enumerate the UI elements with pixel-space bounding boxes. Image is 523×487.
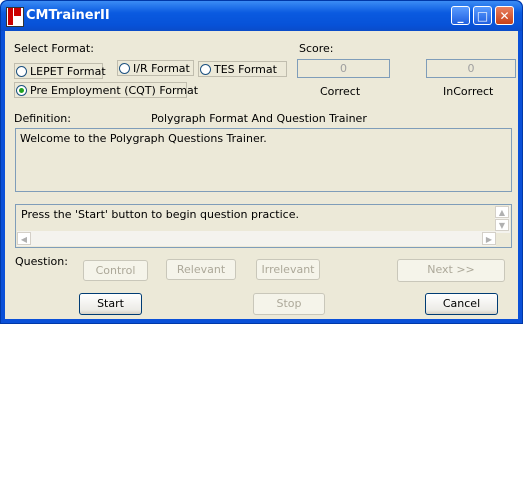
minimize-icon: _ xyxy=(457,9,464,23)
radio-pre-employment-format[interactable]: Pre Employment (CQT) Format xyxy=(14,82,198,98)
title-bar[interactable]: CMTrainerII _ □ ✕ xyxy=(1,1,522,31)
stop-button[interactable]: Stop xyxy=(253,293,325,315)
horizontal-scrollbar[interactable]: ◀ ▶ xyxy=(17,231,496,246)
close-button[interactable]: ✕ xyxy=(495,6,514,25)
definition-textbox[interactable]: Welcome to the Polygraph Questions Train… xyxy=(15,128,512,192)
definition-text: Welcome to the Polygraph Questions Train… xyxy=(20,132,267,145)
radio-tes-format[interactable]: TES Format xyxy=(198,61,287,77)
maximize-button[interactable]: □ xyxy=(473,6,492,25)
app-window: CMTrainerII _ □ ✕ Select Format: LEPET F… xyxy=(0,0,523,324)
radio-ir-format[interactable]: I/R Format xyxy=(117,60,194,76)
correct-score-field: 0 xyxy=(297,59,390,78)
minimize-button[interactable]: _ xyxy=(451,6,470,25)
radio-lepet-format[interactable]: LEPET Format xyxy=(14,63,106,79)
maximize-icon: □ xyxy=(476,9,489,23)
radio-label: TES Format xyxy=(214,63,277,76)
cancel-button[interactable]: Cancel xyxy=(425,293,498,315)
scroll-right-arrow[interactable]: ▶ xyxy=(482,232,496,245)
next-button[interactable]: Next >> xyxy=(397,259,505,282)
message-text: Press the 'Start' button to begin questi… xyxy=(21,208,299,221)
vertical-scrollbar[interactable]: ▲ ▼ xyxy=(495,206,510,233)
radio-circle xyxy=(200,64,211,75)
radio-label: I/R Format xyxy=(133,62,190,75)
scroll-left-arrow[interactable]: ◀ xyxy=(17,232,31,245)
message-textbox[interactable]: Press the 'Start' button to begin questi… xyxy=(15,204,512,248)
irrelevant-button[interactable]: Irrelevant xyxy=(256,259,320,280)
incorrect-label: InCorrect xyxy=(443,85,494,98)
radio-circle xyxy=(119,63,130,74)
control-button[interactable]: Control xyxy=(83,260,148,281)
score-label: Score: xyxy=(299,42,334,55)
correct-label: Correct xyxy=(320,85,361,98)
question-label: Question: xyxy=(15,255,68,268)
radio-circle-selected xyxy=(16,85,27,96)
close-icon: ✕ xyxy=(499,9,510,23)
start-button[interactable]: Start xyxy=(79,293,142,315)
radio-label: Pre Employment (CQT) Format xyxy=(30,84,199,97)
app-logo-icon xyxy=(6,7,24,27)
definition-label: Definition: xyxy=(14,112,71,125)
scroll-up-arrow[interactable]: ▲ xyxy=(495,206,509,218)
definition-heading: Polygraph Format And Question Trainer xyxy=(151,112,367,125)
incorrect-score-field: 0 xyxy=(426,59,516,78)
relevant-button[interactable]: Relevant xyxy=(166,259,236,280)
radio-circle xyxy=(16,66,27,77)
select-format-label: Select Format: xyxy=(14,42,94,55)
scroll-down-arrow[interactable]: ▼ xyxy=(495,219,509,231)
window-title: CMTrainerII xyxy=(26,8,110,23)
dialog-body: Select Format: LEPET Format I/R Format T… xyxy=(5,31,518,319)
radio-label: LEPET Format xyxy=(30,65,106,78)
